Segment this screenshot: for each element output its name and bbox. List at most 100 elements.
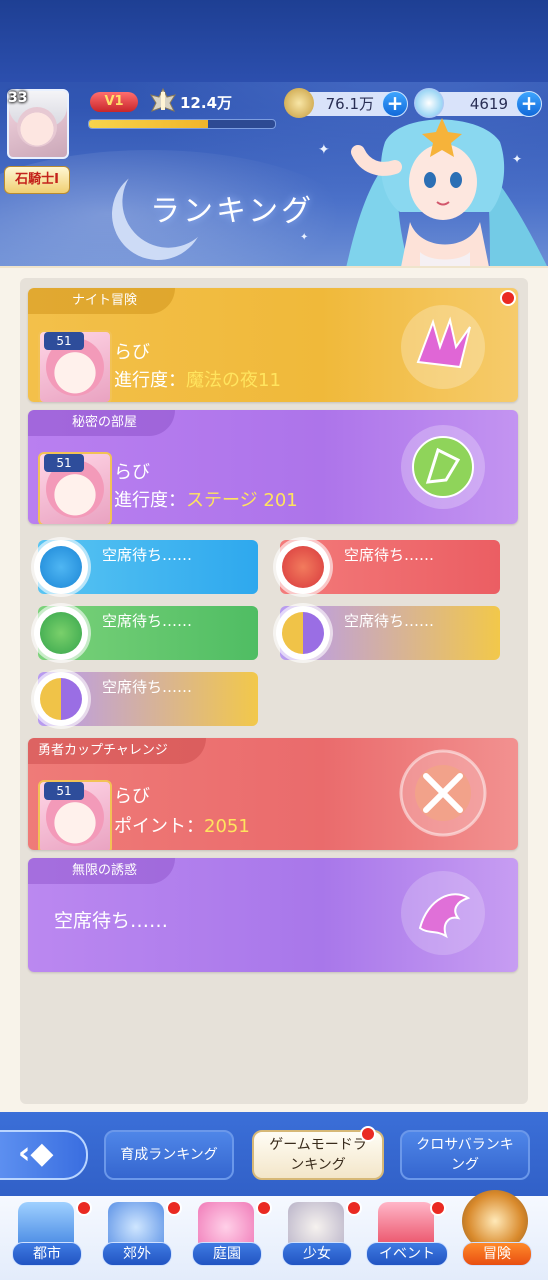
notification-dot [360, 1126, 376, 1142]
progress-value: ステージ 201 [186, 490, 298, 511]
nav-label: 郊外 [102, 1242, 172, 1266]
exp-bar [88, 119, 276, 129]
vip-badge[interactable]: V1 [90, 92, 138, 112]
nav-label: 庭園 [192, 1242, 262, 1266]
power-value: 12.4万 [180, 94, 233, 112]
nav-girls[interactable]: 少女 [274, 1200, 362, 1276]
nav-label: イベント [366, 1242, 448, 1266]
nav-suburbs[interactable]: 郊外 [94, 1200, 182, 1276]
gold-value: 76.1万 [325, 95, 374, 113]
notification-dot [346, 1200, 362, 1216]
fire-icon [282, 546, 324, 588]
notification-dot [76, 1200, 92, 1216]
vacant-text: 空席待ち…… [344, 612, 435, 630]
player-avatar[interactable]: 51 [38, 780, 112, 850]
tab-growth-ranking[interactable]: 育成ランキング [104, 1130, 234, 1180]
light-dark-icon [40, 678, 82, 720]
avatar-face [17, 107, 57, 147]
ranking-card-infinite[interactable]: 無限の誘惑 空席待ち…… [28, 858, 518, 972]
player-name: らび [114, 786, 150, 807]
sparkle-icon: ✦ [300, 232, 309, 243]
tab-label-line2: ング [451, 1157, 479, 1173]
element-ranking-wind[interactable]: 空席待ち…… [34, 606, 258, 660]
light-dark-icon [282, 612, 324, 654]
points-text: ポイント：2051 [114, 812, 250, 838]
player-level: 51 [44, 332, 84, 350]
water-drop-icon [40, 546, 82, 588]
element-ranking-light-dark[interactable]: 空席待ち…… [276, 606, 500, 660]
header-top-strip [0, 0, 548, 82]
gold-coin-icon [284, 88, 314, 118]
card-tab-label: ナイト冒険 [28, 288, 176, 314]
tab-cross-server-ranking[interactable]: クロサバランキ ング [400, 1130, 530, 1180]
vacant-text: 空席待ち…… [102, 612, 193, 630]
secret-room-emblem-icon [401, 425, 485, 509]
gem-icon [414, 88, 444, 118]
points-label: ポイント： [114, 816, 204, 837]
back-button[interactable]: ‹◆ [0, 1130, 88, 1180]
nav-adventure[interactable]: 冒険 [454, 1190, 538, 1276]
crossed-swords-emblem-icon [399, 749, 487, 837]
page-title: ランキング [150, 194, 315, 229]
card-tab-label: 無限の誘惑 [28, 858, 176, 884]
nav-label: 冒険 [462, 1242, 532, 1266]
notification-dot [430, 1200, 446, 1216]
notification-dot [500, 290, 516, 306]
player-avatar[interactable]: 51 [38, 452, 112, 524]
element-badge [34, 672, 88, 726]
element-badge [34, 540, 88, 594]
gem-resource: 4619 + [414, 88, 542, 118]
notification-dot [166, 1200, 182, 1216]
dragon-emblem-icon [401, 871, 485, 955]
sparkle-icon: ✦ [318, 142, 330, 158]
progress-label: 進行度： [114, 370, 186, 391]
notification-dot [256, 1200, 272, 1216]
player-name: らび [114, 462, 150, 483]
element-ranking-fire[interactable]: 空席待ち…… [276, 540, 500, 594]
card-tab-label: 秘密の部屋 [28, 410, 176, 436]
power-crest-icon [149, 87, 177, 112]
back-arrow-icon: ‹◆ [18, 1136, 54, 1171]
element-badge [276, 606, 330, 660]
ranking-card-secret-room[interactable]: 秘密の部屋 51 らび 進行度：ステージ 201 [28, 410, 518, 524]
bottom-nav: 都市 郊外 庭園 少女 イベント 冒険 [0, 1190, 548, 1280]
vacant-text: 空席待ち…… [54, 910, 169, 932]
vacant-text: 空席待ち…… [102, 546, 193, 564]
player-title-badge[interactable]: 石騎士Ⅰ [4, 166, 70, 194]
progress-text: 進行度：魔法の夜11 [114, 366, 281, 392]
nav-event[interactable]: イベント [364, 1200, 448, 1276]
element-badge [276, 540, 330, 594]
tab-label-line1: クロサバランキ [416, 1137, 514, 1153]
progress-text: 進行度：ステージ 201 [114, 486, 298, 512]
nav-garden[interactable]: 庭園 [184, 1200, 272, 1276]
player-level: 51 [44, 454, 84, 472]
nav-label: 都市 [12, 1242, 82, 1266]
mascot-girl-illustration [345, 118, 548, 268]
nav-label: 少女 [282, 1242, 352, 1266]
nav-city[interactable]: 都市 [4, 1200, 92, 1276]
progress-label: 進行度： [114, 490, 186, 511]
element-ranking-light-dark-2[interactable]: 空席待ち…… [34, 672, 258, 726]
ranking-card-brave-cup[interactable]: 勇者カップチャレンジ 51 らび ポイント：2051 [28, 738, 518, 850]
player-level: 33 [8, 90, 28, 106]
exp-bar-fill [89, 120, 209, 128]
vacant-text: 空席待ち…… [102, 678, 193, 696]
points-value: 2051 [204, 816, 250, 837]
gold-resource: 76.1万 + [284, 88, 408, 118]
gem-value: 4619 [469, 95, 508, 113]
tab-label-line2: ンキング [290, 1157, 346, 1173]
element-badge [34, 606, 88, 660]
element-ranking-water[interactable]: 空席待ち…… [34, 540, 258, 594]
add-gold-button[interactable]: + [382, 91, 408, 117]
ranking-card-knight[interactable]: ナイト冒険 51 らび 進行度：魔法の夜11 [28, 288, 518, 402]
vacant-text: 空席待ち…… [344, 546, 435, 564]
card-tab-label: 勇者カップチャレンジ [28, 738, 206, 764]
progress-value: 魔法の夜11 [186, 370, 281, 391]
wind-tornado-icon [40, 612, 82, 654]
player-level: 51 [44, 782, 84, 800]
add-gem-button[interactable]: + [516, 91, 542, 117]
player-name: らび [114, 342, 150, 363]
player-avatar[interactable]: 51 [38, 330, 112, 402]
knight-adventure-emblem-icon [401, 305, 485, 389]
header: ✦ ✦ ✦ 33 石騎士Ⅰ V1 12.4万 76.1万 + 4619 + ラン… [0, 0, 548, 268]
